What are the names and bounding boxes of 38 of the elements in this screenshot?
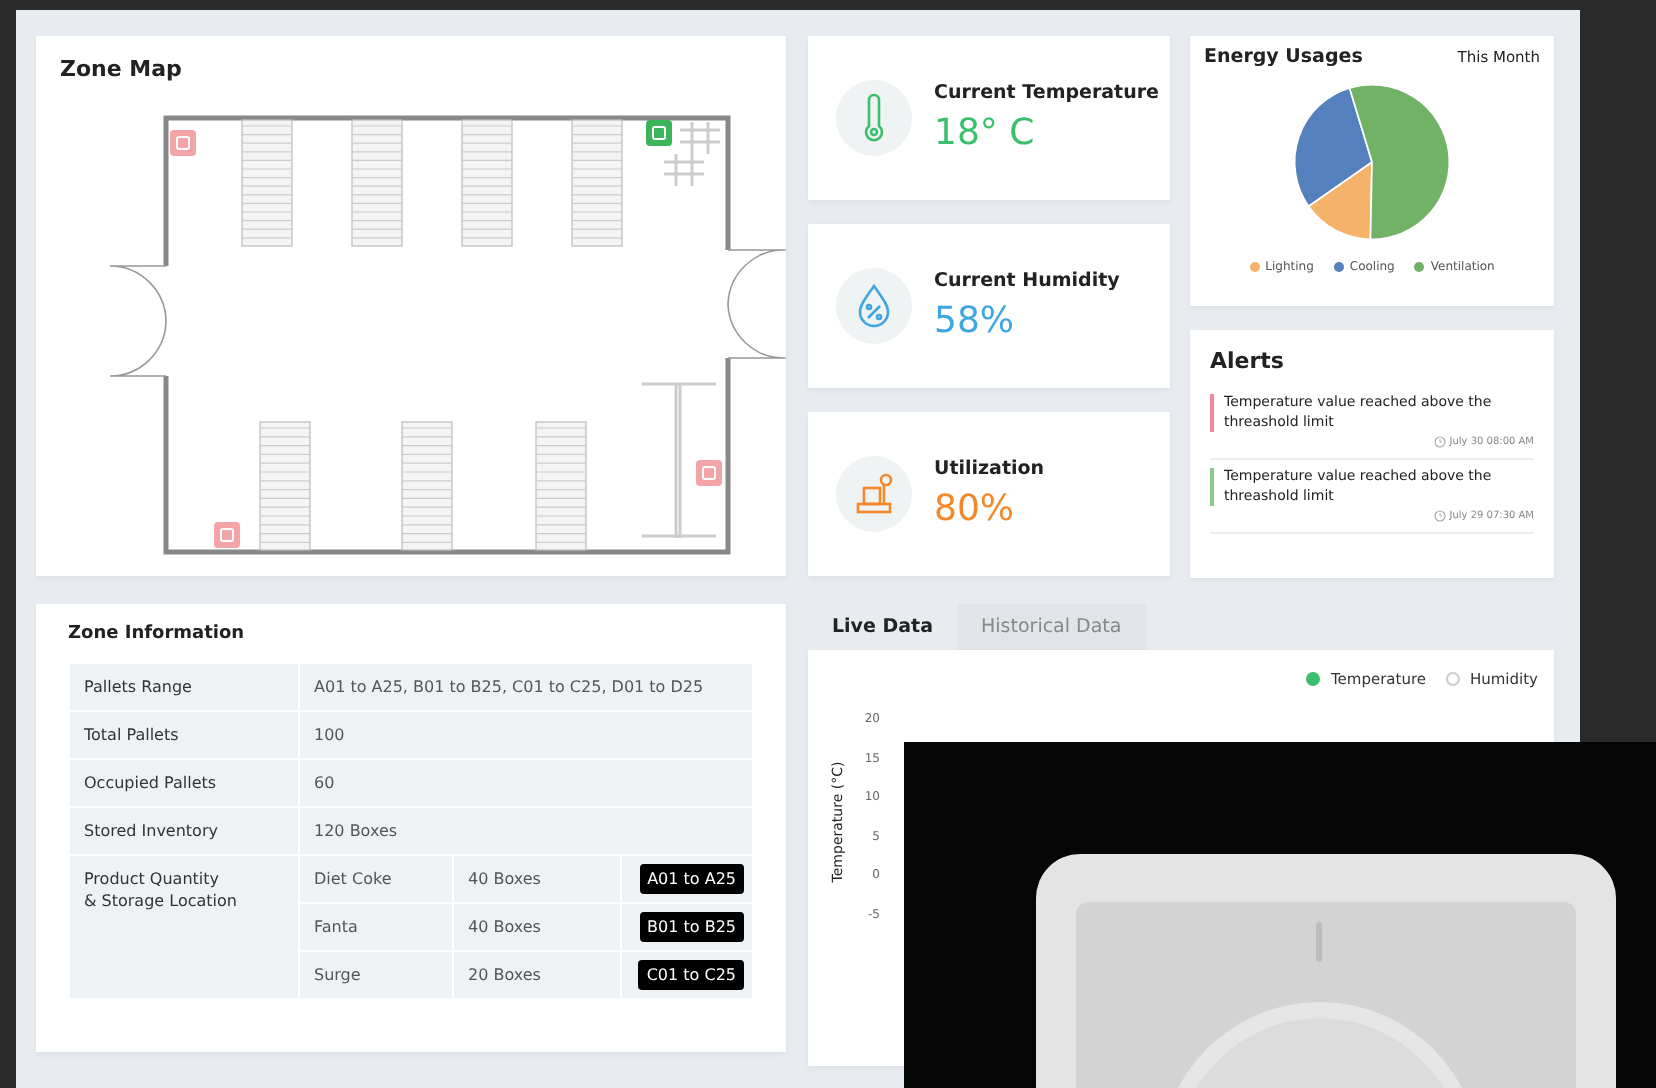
location-badge: B01 to B25 xyxy=(639,912,744,942)
scale-icon xyxy=(836,456,912,532)
location-badge: A01 to A25 xyxy=(639,864,744,894)
metric-label: Current Temperature xyxy=(934,82,1159,104)
metric-value: 18° C xyxy=(934,112,1037,154)
card-title: Zone Map xyxy=(60,56,184,82)
table-cell: Diet Coke xyxy=(299,855,453,903)
sensor-icon[interactable] xyxy=(214,522,240,548)
table-cell: Fanta xyxy=(299,903,453,951)
metric-label: Current Humidity xyxy=(934,270,1120,292)
sensor-icon[interactable] xyxy=(696,460,722,486)
table-cell: Product Quantity & Storage Location xyxy=(69,855,299,999)
location-badge: C01 to C25 xyxy=(638,960,744,990)
card-title: Zone Information xyxy=(68,624,247,644)
table-cell: 60 xyxy=(299,759,753,807)
clock-icon xyxy=(1433,436,1446,448)
table-cell: Pallets Range xyxy=(69,663,299,711)
table-cell: 120 Boxes xyxy=(299,807,753,855)
table-cell: Surge xyxy=(299,951,453,999)
table-cell: 20 Boxes xyxy=(453,951,621,999)
table-cell: A01 to A25, B01 to B25, C01 to C25, D01 to D25 xyxy=(299,663,753,711)
table-cell: 100 xyxy=(299,711,753,759)
clock-icon xyxy=(1433,510,1446,522)
sensor-icon[interactable] xyxy=(170,130,196,156)
table-cell: 40 Boxes xyxy=(453,855,621,903)
droplet-icon xyxy=(836,268,912,344)
table-cell: Occupied Pallets xyxy=(69,759,299,807)
metric-value: 58% xyxy=(934,300,1017,342)
table-cell: 40 Boxes xyxy=(453,903,621,951)
sensor-icon[interactable] xyxy=(646,120,672,146)
table-cell: Stored Inventory xyxy=(69,807,299,855)
table-cell: Total Pallets xyxy=(69,711,299,759)
thermometer-icon xyxy=(836,80,912,156)
metric-label: Utilization xyxy=(934,458,1045,480)
card-title: Energy Usages xyxy=(1204,46,1363,68)
card-title: Alerts xyxy=(1210,348,1286,374)
metric-value: 80% xyxy=(934,488,1017,530)
tab[interactable]: Live Data xyxy=(808,604,958,650)
